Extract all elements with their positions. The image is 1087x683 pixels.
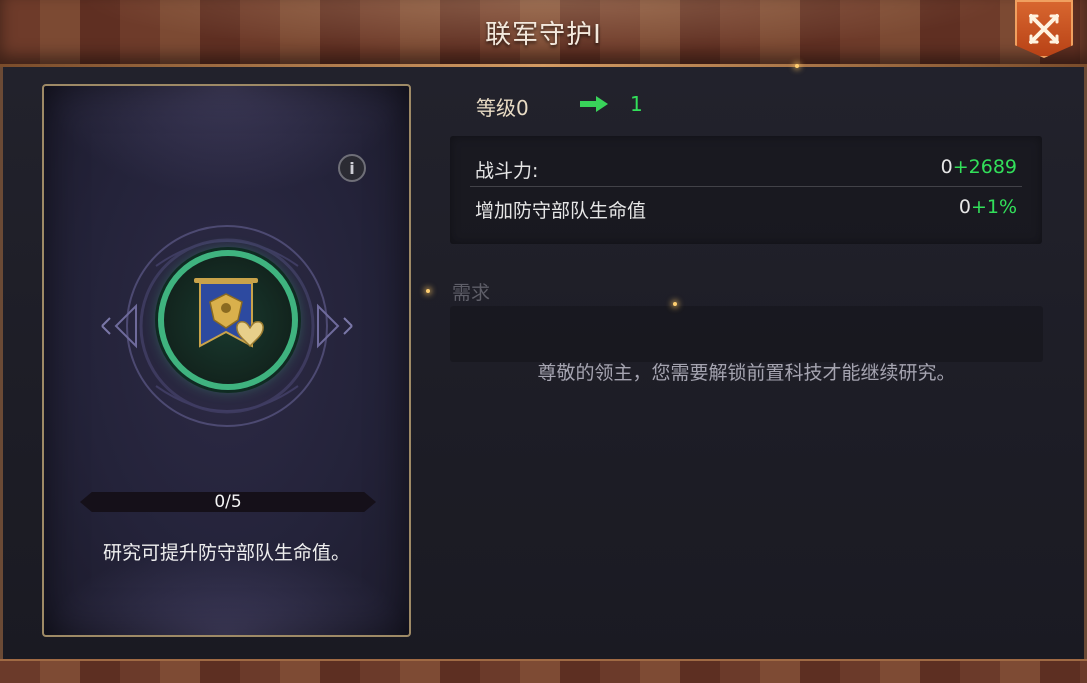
stat-increase: +2689 xyxy=(952,156,1017,178)
stat-value: 0+1% xyxy=(959,196,1017,218)
requirements-panel xyxy=(450,306,1043,362)
current-level: 等级0 xyxy=(476,96,529,120)
banner-heart-icon xyxy=(194,278,264,348)
close-icon xyxy=(1029,14,1059,44)
tech-icon-medal xyxy=(158,250,298,390)
stat-value: 0+2689 xyxy=(941,156,1017,178)
stats-panel: 战斗力: 0+2689 增加防守部队生命值 0+1% xyxy=(450,136,1042,244)
info-button[interactable]: i xyxy=(338,154,366,182)
stat-row-defense-hp: 增加防守部队生命值 0+1% xyxy=(450,188,1042,228)
progress-label: 0/5 xyxy=(214,492,242,512)
sparkle xyxy=(426,289,430,293)
requirements-title: 需求 xyxy=(452,282,491,304)
research-progress-bar: 0/5 xyxy=(80,492,376,512)
requirements-message: 尊敬的领主，您需要解锁前置科技才能继续研究。 xyxy=(537,362,956,384)
stat-name: 增加防守部队生命值 xyxy=(475,200,647,222)
tech-card: i 0/5 研究可提升防守部队生命值。 xyxy=(42,84,411,637)
tech-description: 研究可提升防守部队生命值。 xyxy=(102,542,350,564)
stat-base: 0 xyxy=(940,156,953,178)
info-icon: i xyxy=(349,158,355,178)
next-level: 1 xyxy=(630,92,643,116)
dialog-title: 联军守护I xyxy=(485,20,602,50)
bottom-border xyxy=(0,659,1087,683)
stat-base: 0 xyxy=(958,196,971,218)
arrow-right-icon xyxy=(580,96,608,112)
stat-increase: +1% xyxy=(970,196,1017,218)
stat-name: 战斗力: xyxy=(475,160,539,182)
sparkle xyxy=(673,302,677,306)
title-bar: 联军守护I xyxy=(0,0,1087,67)
stat-row-power: 战斗力: 0+2689 xyxy=(450,148,1042,188)
sparkle xyxy=(795,64,799,68)
stat-divider xyxy=(470,186,1022,187)
